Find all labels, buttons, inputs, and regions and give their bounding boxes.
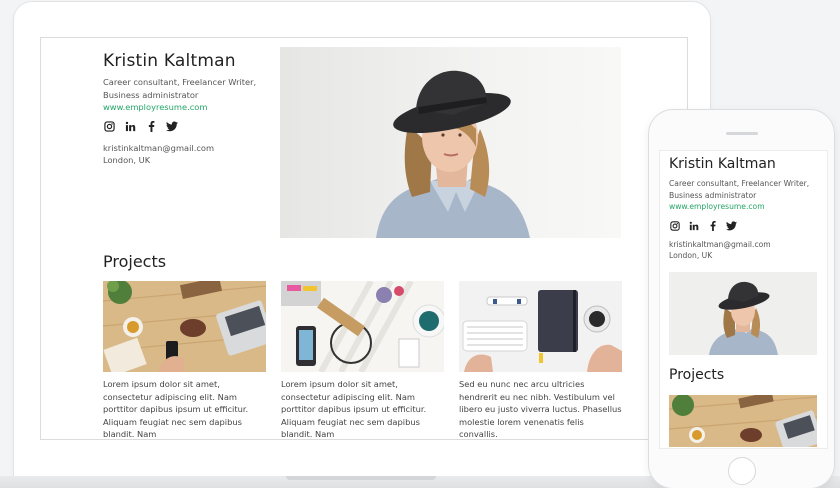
- project-image[interactable]: [459, 281, 622, 372]
- profile-email[interactable]: kristinkaltman@gmail.com: [669, 240, 771, 249]
- profile-role: Career consultant, Freelancer Writer, Bu…: [669, 179, 810, 200]
- project-description: Sed eu nunc nec arcu ultricies hendrerit…: [459, 379, 622, 439]
- home-button[interactable]: [728, 457, 756, 485]
- instagram-icon[interactable]: [103, 120, 115, 132]
- project-image[interactable]: [669, 395, 817, 447]
- project-image[interactable]: [281, 281, 444, 372]
- project-image[interactable]: [103, 281, 266, 372]
- linkedin-icon[interactable]: [688, 220, 699, 231]
- project-description: Lorem ipsum dolor sit amet, consectetur …: [281, 379, 427, 439]
- website-link[interactable]: www.employresume.com: [103, 102, 207, 112]
- profile-email[interactable]: kristinkaltman@gmail.com: [103, 143, 214, 153]
- profile-name: Kristin Kaltman: [103, 51, 236, 71]
- profile-role: Career consultant, Freelancer Writer, Bu…: [103, 77, 257, 100]
- profile-location: London, UK: [669, 251, 713, 260]
- twitter-icon[interactable]: [166, 120, 178, 132]
- laptop-notch: [286, 476, 436, 480]
- instagram-icon[interactable]: [669, 220, 680, 231]
- social-links: [103, 120, 178, 132]
- profile-location: London, UK: [103, 155, 151, 165]
- profile-name: Kristin Kaltman: [669, 156, 776, 172]
- profile-photo: [669, 272, 817, 355]
- linkedin-icon[interactable]: [124, 120, 136, 132]
- laptop-screen: Kristin Kaltman Career consultant, Freel…: [40, 37, 688, 440]
- projects-heading: Projects: [669, 367, 725, 383]
- phone-screen: Kristin Kaltman Career consultant, Freel…: [659, 150, 828, 449]
- facebook-icon[interactable]: [707, 220, 718, 231]
- laptop-frame: Kristin Kaltman Career consultant, Freel…: [14, 2, 710, 478]
- facebook-icon[interactable]: [145, 120, 157, 132]
- phone-speaker: [726, 132, 758, 135]
- project-description: Lorem ipsum dolor sit amet, consectetur …: [103, 379, 249, 439]
- projects-heading: Projects: [103, 252, 167, 271]
- phone-frame: Kristin Kaltman Career consultant, Freel…: [649, 110, 834, 488]
- twitter-icon[interactable]: [726, 220, 737, 231]
- social-links: [669, 220, 737, 231]
- website-link[interactable]: www.employresume.com: [669, 202, 765, 211]
- profile-photo: [280, 47, 621, 238]
